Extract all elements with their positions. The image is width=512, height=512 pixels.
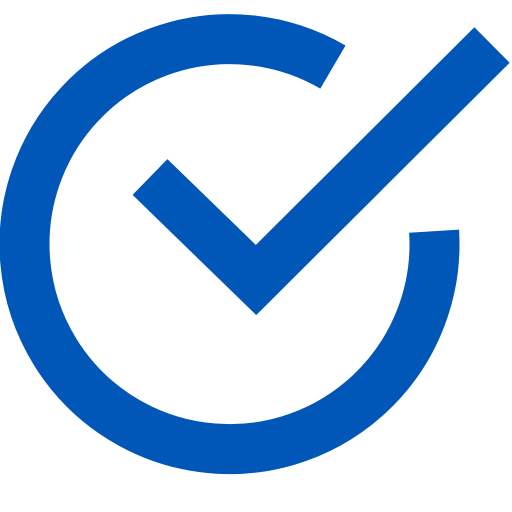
check-circle-icon <box>0 0 512 512</box>
check-circle-svg <box>0 14 510 475</box>
